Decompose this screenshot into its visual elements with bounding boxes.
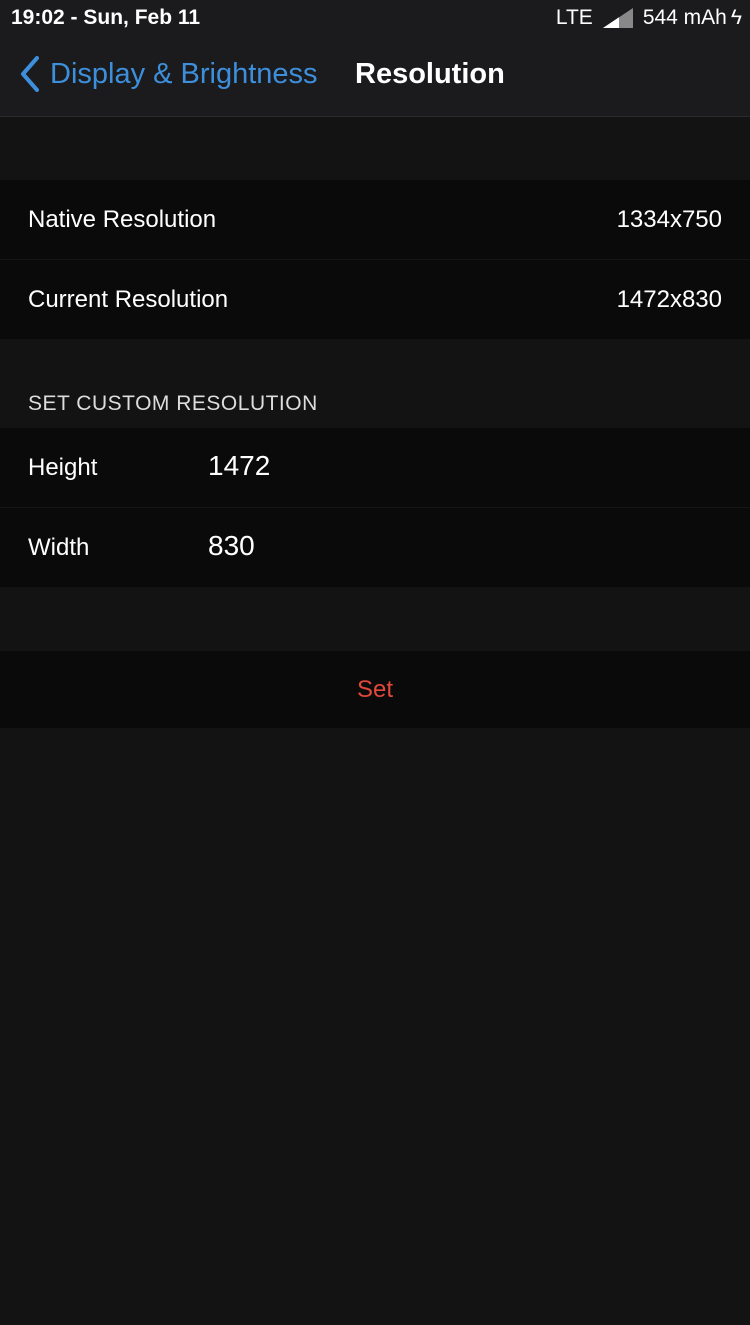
height-input[interactable]: 1472	[208, 450, 270, 482]
width-row: Width 830	[0, 507, 750, 587]
section-header: SET CUSTOM RESOLUTION	[28, 392, 318, 415]
back-label: Display & Brightness	[50, 57, 318, 90]
set-button[interactable]: Set	[0, 651, 750, 728]
signal-icon	[602, 8, 633, 28]
page-title: Resolution	[355, 58, 505, 90]
custom-resolution-group: Height 1472 Width 830	[0, 428, 750, 587]
current-resolution-value: 1472x830	[616, 286, 722, 313]
width-label: Width	[28, 534, 90, 561]
back-button[interactable]: Display & Brightness	[20, 56, 318, 92]
battery-text: 544 mAh	[642, 6, 727, 29]
set-group: Set	[0, 651, 750, 728]
charging-bolt-icon: ϟ	[730, 6, 742, 29]
resolution-info-group: Native Resolution 1334x750 Current Resol…	[0, 180, 750, 339]
status-bar: 19:02 - Sun, Feb 11 LTE 544 mAh ϟ	[0, 0, 750, 38]
current-resolution-label: Current Resolution	[28, 286, 229, 313]
current-resolution-row: Current Resolution 1472x830	[0, 259, 750, 339]
native-resolution-value: 1334x750	[616, 206, 722, 233]
native-resolution-row: Native Resolution 1334x750	[0, 180, 750, 259]
navigation-bar: Display & Brightness Resolution	[0, 38, 750, 117]
network-type: LTE	[555, 6, 593, 29]
height-row: Height 1472	[0, 428, 750, 507]
width-input[interactable]: 830	[208, 530, 255, 562]
chevron-left-icon	[21, 56, 39, 92]
native-resolution-label: Native Resolution	[28, 206, 217, 233]
status-time: 19:02 - Sun, Feb 11	[11, 6, 201, 29]
height-label: Height	[28, 454, 98, 481]
